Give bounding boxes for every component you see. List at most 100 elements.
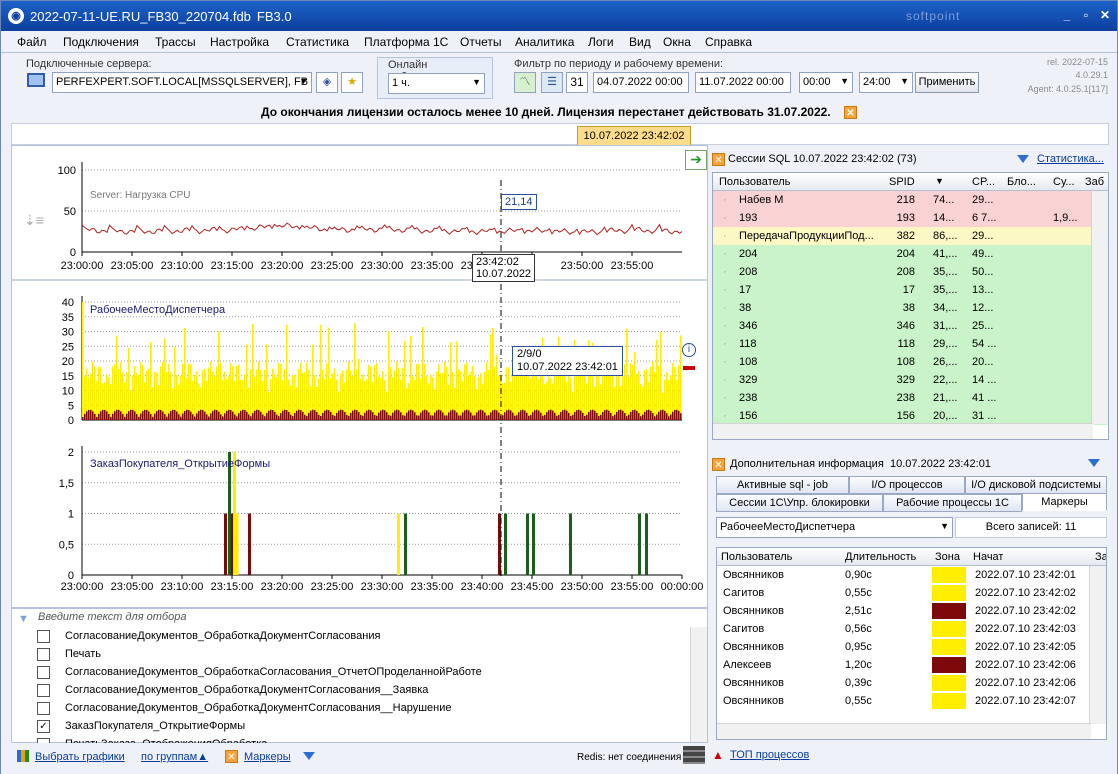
- filter-input[interactable]: Введите текст для отбора: [38, 611, 186, 623]
- close-extra-icon[interactable]: ✕: [712, 458, 725, 471]
- marker-row[interactable]: Овсянников 2,51с 2022.07.10 23:42:02: [717, 602, 1106, 620]
- online-period-select[interactable]: 1 ч. ▼: [388, 73, 485, 94]
- select-charts-link[interactable]: Выбрать графики: [35, 751, 125, 763]
- time-from-select[interactable]: 00:00 ▼: [799, 72, 853, 93]
- filter-icon[interactable]: [1017, 155, 1029, 163]
- session-row[interactable]: Набев М 218 74... 29... ·: [713, 191, 1108, 209]
- time-to-select[interactable]: 24:00 ▼: [859, 72, 913, 93]
- filter-checkbox[interactable]: [37, 702, 50, 715]
- menu-logs[interactable]: Логи: [588, 35, 614, 49]
- menu-platform-1c[interactable]: Платформа 1С: [364, 35, 448, 49]
- menu-settings[interactable]: Настройка: [210, 35, 269, 49]
- markers-link[interactable]: Маркеры: [244, 751, 291, 763]
- filter-item[interactable]: СогласованиеДокументов_ОбработкаДокумент…: [12, 627, 692, 645]
- filter-item[interactable]: ✓ ЗаказПокупателя_ОткрытиеФормы: [12, 717, 692, 735]
- filter-item[interactable]: Печать: [12, 645, 692, 663]
- filter-icon[interactable]: [1088, 459, 1100, 467]
- col-spid[interactable]: SPID: [889, 176, 915, 188]
- filter-checkbox[interactable]: [37, 648, 50, 661]
- tab-io-disk[interactable]: I/O дисковой подсистемы: [965, 476, 1107, 494]
- marker-row[interactable]: Сагитов 0,55с 2022.07.10 23:42:02: [717, 584, 1106, 602]
- tab-active-sql[interactable]: Активные sql - job: [716, 476, 849, 494]
- marker-select[interactable]: РабочееМестоДиспетчера ▼: [716, 517, 953, 538]
- session-row[interactable]: ПередачаПродукцииПод... 382 86,... 29... ·: [713, 227, 1108, 245]
- menu-view[interactable]: Вид: [629, 35, 651, 49]
- session-row[interactable]: 238 238 21,... 41 ... ·: [713, 389, 1108, 407]
- server-select[interactable]: PERFEXPERT.SOFT.LOCAL[MSSQLSERVER], FB 3…: [52, 72, 312, 93]
- col-cpu[interactable]: CP...: [972, 176, 995, 188]
- filter-icon[interactable]: [303, 752, 315, 760]
- minimize-icon[interactable]: _: [1059, 8, 1075, 23]
- filter-item[interactable]: СогласованиеДокументов_ОбработкаДокумент…: [12, 699, 692, 717]
- col-za[interactable]: За: [1095, 551, 1106, 563]
- chart-mode-button[interactable]: 〽: [514, 72, 536, 93]
- marker-row[interactable]: Овсянников 0,39с 2022.07.10 23:42:06: [717, 674, 1106, 692]
- session-row[interactable]: 108 108 26,... 20... ·: [713, 353, 1108, 371]
- sessions-vscroll[interactable]: [1091, 191, 1108, 424]
- tab-1c-workers[interactable]: Рабочие процессы 1С: [883, 494, 1022, 512]
- dismiss-license-icon[interactable]: ✕: [843, 106, 857, 120]
- filter-checkbox[interactable]: [37, 684, 50, 697]
- marker-row[interactable]: Сагитов 0,56с 2022.07.10 23:42:03: [717, 620, 1106, 638]
- session-row[interactable]: 118 118 29,... 54 ... ·: [713, 335, 1108, 353]
- filter-checkbox[interactable]: [37, 738, 50, 743]
- tab-markers[interactable]: Маркеры: [1022, 493, 1107, 511]
- minus-marker-icon[interactable]: [683, 366, 695, 370]
- col-user[interactable]: Пользователь: [719, 176, 790, 188]
- menu-help[interactable]: Справка: [705, 35, 752, 49]
- col-zone[interactable]: Зона: [935, 551, 960, 563]
- close-sessions-icon[interactable]: ✕: [712, 153, 725, 166]
- connect-button[interactable]: ◈: [316, 72, 338, 93]
- menu-statistics[interactable]: Статистика: [286, 35, 349, 49]
- marker-row[interactable]: Алексеев 1,20с 2022.07.10 23:42:06: [717, 656, 1106, 674]
- filter-vscroll[interactable]: [690, 627, 707, 742]
- filter-item[interactable]: СогласованиеДокументов_ОбработкаДокумент…: [12, 681, 692, 699]
- session-row[interactable]: 329 329 22,... 14 ... ·: [713, 371, 1108, 389]
- filter-checkbox[interactable]: [37, 630, 50, 643]
- sessions-hscroll[interactable]: [713, 423, 1093, 439]
- menu-traces[interactable]: Трассы: [155, 35, 196, 49]
- sort-desc-icon[interactable]: ▼: [935, 176, 944, 186]
- filter-item[interactable]: СогласованиеДокументов_ОбработкаСогласов…: [12, 663, 692, 681]
- date-to-input[interactable]: 11.07.2022 00:00: [695, 72, 791, 93]
- col-start[interactable]: Начат: [973, 551, 1003, 563]
- marker-row[interactable]: Овсянников 0,90с 2022.07.10 23:42:01: [717, 566, 1106, 584]
- tab-io-processes[interactable]: I/O процессов: [849, 476, 965, 494]
- markers-vscroll[interactable]: [1089, 566, 1106, 724]
- filter-checkbox[interactable]: [37, 666, 50, 679]
- apply-button[interactable]: Применить: [915, 72, 979, 93]
- calendar-button[interactable]: 31: [566, 72, 588, 93]
- filter-checkbox[interactable]: ✓: [37, 720, 50, 733]
- list-mode-button[interactable]: ☰: [541, 72, 563, 93]
- marker-row[interactable]: Овсянников 0,55с 2022.07.10 23:42:07: [717, 692, 1106, 710]
- date-from-input[interactable]: 04.07.2022 00:00: [593, 72, 689, 93]
- charts-svg[interactable]: 100500 23:00:00 23:05:00 23:10:00 23:15:00 2…: [12, 146, 707, 607]
- markers-hscroll[interactable]: [717, 723, 1091, 739]
- session-row[interactable]: 346 346 31,... 25... ·: [713, 317, 1108, 335]
- menu-analytics[interactable]: Аналитика: [515, 35, 574, 49]
- by-groups-link[interactable]: по группам▲: [141, 751, 208, 763]
- menu-file[interactable]: Файл: [17, 35, 47, 49]
- filter-item[interactable]: ПечатьЗаказа_ОтображенияОбработка: [12, 735, 692, 743]
- col-user[interactable]: Пользователь: [721, 551, 792, 563]
- maximize-icon[interactable]: ▫: [1078, 8, 1094, 23]
- tab-1c-sessions[interactable]: Сессии 1С\Упр. блокировки: [716, 494, 883, 512]
- session-row[interactable]: 204 204 41,... 49... ·: [713, 245, 1108, 263]
- session-row[interactable]: 208 208 35,... 50... ·: [713, 263, 1108, 281]
- marker-row[interactable]: Овсянников 0,95с 2022.07.10 23:42:05: [717, 638, 1106, 656]
- menu-reports[interactable]: Отчеты: [460, 35, 501, 49]
- timestamp-marker[interactable]: 10.07.2022 23:42:02: [577, 126, 691, 146]
- go-next-button[interactable]: ➔: [685, 150, 707, 170]
- session-row[interactable]: 193 193 14... 6 7... 1,9... ·: [713, 209, 1108, 227]
- top-processes-link[interactable]: ТОП процессов: [730, 749, 809, 761]
- col-blocks[interactable]: Бло...: [1007, 176, 1036, 188]
- menu-connections[interactable]: Подключения: [63, 35, 139, 49]
- menu-windows[interactable]: Окна: [663, 35, 691, 49]
- close-icon[interactable]: ✕: [1097, 8, 1113, 23]
- col-zab[interactable]: Заб: [1085, 176, 1104, 188]
- session-row[interactable]: 17 17 35,... 13... ·: [713, 281, 1108, 299]
- info-icon[interactable]: i: [682, 343, 696, 357]
- col-su[interactable]: Су...: [1053, 176, 1075, 188]
- favorite-button[interactable]: ★: [341, 72, 363, 93]
- statistics-link[interactable]: Статистика...: [1037, 153, 1104, 165]
